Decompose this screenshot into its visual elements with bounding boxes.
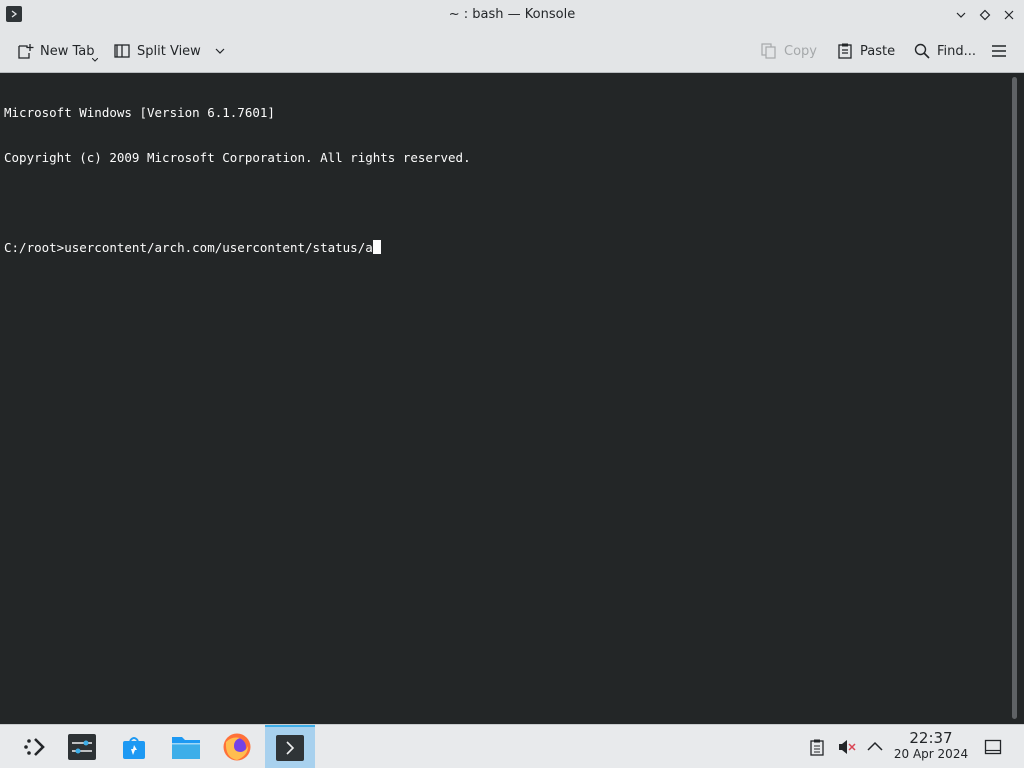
new-tab-icon: [16, 42, 34, 60]
digital-clock[interactable]: 22:37 20 Apr 2024: [888, 729, 974, 762]
chevron-down-icon: [211, 42, 229, 60]
close-button[interactable]: [1000, 6, 1018, 24]
discover-button[interactable]: [109, 725, 159, 768]
copy-button[interactable]: Copy: [760, 38, 817, 64]
taskbar: 22:37 20 Apr 2024: [0, 724, 1024, 768]
copy-icon: [760, 42, 778, 60]
minimize-button[interactable]: [952, 6, 970, 24]
split-view-button[interactable]: Split View: [113, 38, 229, 64]
firefox-button[interactable]: [212, 725, 262, 768]
volume-muted-icon: [839, 740, 856, 754]
kde-launcher-icon: [24, 738, 45, 756]
split-view-label: Split View: [137, 43, 201, 59]
close-icon: [1004, 10, 1014, 19]
desktop-icon: [984, 739, 1002, 755]
show-hidden-icons-button[interactable]: [864, 736, 886, 758]
paste-label: Paste: [860, 43, 896, 59]
new-tab-button[interactable]: New Tab: [16, 38, 98, 64]
paste-icon: [836, 42, 854, 60]
new-tab-label: New Tab: [40, 43, 95, 59]
find-button[interactable]: Find...: [913, 38, 976, 64]
main-menu-button[interactable]: [990, 38, 1008, 64]
search-icon: [913, 42, 931, 60]
split-view-icon: [113, 42, 131, 60]
system-settings-button[interactable]: [57, 725, 107, 768]
terminal-output[interactable]: Microsoft Windows [Version 6.1.7601] Cop…: [0, 74, 1010, 724]
terminal-line: Copyright (c) 2009 Microsoft Corporation…: [4, 150, 471, 165]
command-input[interactable]: C:/root>usercontent/arch.com/usercontent…: [4, 240, 373, 255]
title-bar: ~ : bash — Konsole: [0, 0, 1024, 29]
scrollbar-thumb[interactable]: [1012, 77, 1017, 719]
clipboard-icon: [810, 739, 824, 756]
file-manager-button[interactable]: [161, 725, 211, 768]
volume-tray-button[interactable]: [836, 736, 858, 758]
chevron-up-icon: [867, 741, 883, 751]
terminal-icon: [276, 735, 304, 761]
copy-label: Copy: [784, 43, 817, 59]
paste-button[interactable]: Paste: [836, 38, 895, 64]
firefox-icon: [223, 733, 251, 761]
hamburger-menu-icon: [990, 42, 1008, 60]
find-label: Find...: [937, 43, 977, 59]
diamond-icon: [979, 9, 991, 20]
maximize-button[interactable]: [976, 6, 994, 24]
text-cursor: [372, 240, 381, 254]
clipboard-tray-button[interactable]: [806, 736, 828, 758]
settings-sliders-icon: [68, 734, 96, 760]
toolbar: New Tab Split View Copy Paste Find...: [0, 29, 1024, 73]
application-launcher-button[interactable]: [9, 725, 59, 768]
show-desktop-button[interactable]: [982, 736, 1004, 758]
terminal-line: Microsoft Windows [Version 6.1.7601]: [4, 105, 275, 120]
konsole-task-button[interactable]: [265, 725, 315, 768]
store-bag-icon: [123, 737, 145, 759]
dropdown-arrow-icon: [92, 58, 98, 62]
terminal-prompt-line[interactable]: C:/root>usercontent/arch.com/usercontent…: [4, 240, 1006, 255]
window-title: ~ : bash — Konsole: [448, 7, 576, 22]
clock-date: 20 Apr 2024: [893, 747, 969, 761]
folder-icon: [172, 737, 200, 759]
chevron-down-icon: [956, 12, 966, 18]
clock-time: 22:37: [909, 729, 953, 747]
